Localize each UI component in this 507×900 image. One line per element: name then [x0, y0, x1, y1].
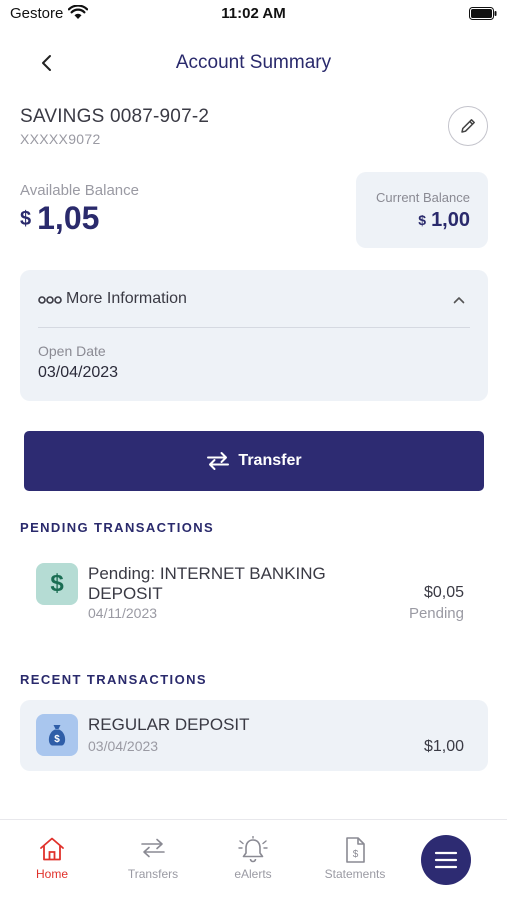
svg-text:$: $ — [54, 734, 60, 745]
transfer-button[interactable]: Transfer — [24, 431, 484, 491]
more-information-title: More Information — [66, 290, 187, 307]
current-balance-card: Current Balance $1,00 — [356, 172, 488, 248]
chevron-up-icon — [453, 297, 465, 304]
tab-ealerts-label: eAlerts — [234, 867, 272, 881]
money-bag-icon: $ — [36, 714, 78, 756]
svg-text:$: $ — [353, 849, 359, 860]
transaction-date: 03/04/2023 — [88, 738, 159, 754]
recent-transactions-heading: RECENT TRANSACTIONS — [20, 672, 207, 687]
tab-home-label: Home — [35, 867, 68, 881]
tab-transfers-label: Transfers — [127, 867, 179, 881]
bell-icon — [208, 836, 298, 864]
statement-icon: $ — [310, 836, 400, 864]
current-balance-label: Current Balance — [376, 190, 470, 205]
divider — [38, 327, 470, 328]
pending-transactions-heading: PENDING TRANSACTIONS — [20, 520, 215, 535]
available-balance-label: Available Balance — [20, 182, 139, 199]
hamburger-menu-icon — [434, 851, 458, 869]
status-time: 11:02 AM — [221, 5, 286, 22]
transaction-amount: $1,00 — [423, 738, 464, 755]
transaction-description: Pending: INTERNET BANKING DEPOSIT — [88, 564, 326, 603]
edit-account-button[interactable] — [448, 106, 488, 146]
current-balance-value: 1,00 — [431, 209, 470, 231]
tab-statements[interactable]: $ Statements — [310, 820, 400, 890]
list-item[interactable]: $ Pending: INTERNET BANKING DEPOSIT 04/1… — [20, 550, 488, 636]
account-name: SAVINGS 0087-907-2 — [20, 106, 210, 127]
available-balance-currency: $ — [20, 208, 32, 230]
open-date-label: Open Date — [38, 343, 106, 359]
pencil-icon — [461, 119, 475, 133]
dots-icon — [38, 296, 62, 304]
transaction-status: Pending — [408, 605, 464, 622]
dollar-icon: $ — [36, 563, 78, 605]
list-item[interactable]: $ REGULAR DEPOSIT 03/04/2023 $1,00 — [20, 700, 488, 771]
tab-transfers[interactable]: Transfers — [108, 820, 198, 890]
current-balance-currency: $ — [418, 212, 427, 228]
tab-home[interactable]: Home — [7, 820, 97, 890]
transaction-description: REGULAR DEPOSIT — [88, 715, 250, 734]
transfers-icon — [108, 836, 198, 860]
transaction-amount: $0,05 — [423, 584, 464, 601]
menu-button[interactable] — [421, 835, 471, 885]
battery-icon — [469, 7, 497, 25]
account-masked-number: XXXXX9072 — [20, 131, 101, 147]
tab-bar: Home Transfers eAlerts $ Statements — [0, 819, 507, 900]
status-bar: Gestore 11:02 AM — [0, 0, 507, 30]
home-icon — [7, 836, 97, 862]
page-title: Account Summary — [175, 52, 332, 73]
transaction-date: 04/11/2023 — [88, 605, 158, 621]
available-balance-amount: $1,05 — [20, 200, 99, 237]
open-date-value: 03/04/2023 — [38, 364, 119, 381]
transfer-button-label: Transfer — [238, 452, 302, 469]
nav-bar: Account Summary — [0, 40, 507, 86]
more-information-card: More Information Open Date 03/04/2023 — [20, 270, 488, 401]
tab-statements-label: Statements — [324, 867, 386, 881]
tab-ealerts[interactable]: eAlerts — [208, 820, 298, 890]
available-balance-value: 1,05 — [37, 200, 100, 236]
transfer-arrows-icon — [207, 452, 230, 470]
current-balance-amount: $1,00 — [418, 209, 470, 232]
more-information-toggle[interactable]: More Information — [38, 290, 470, 312]
